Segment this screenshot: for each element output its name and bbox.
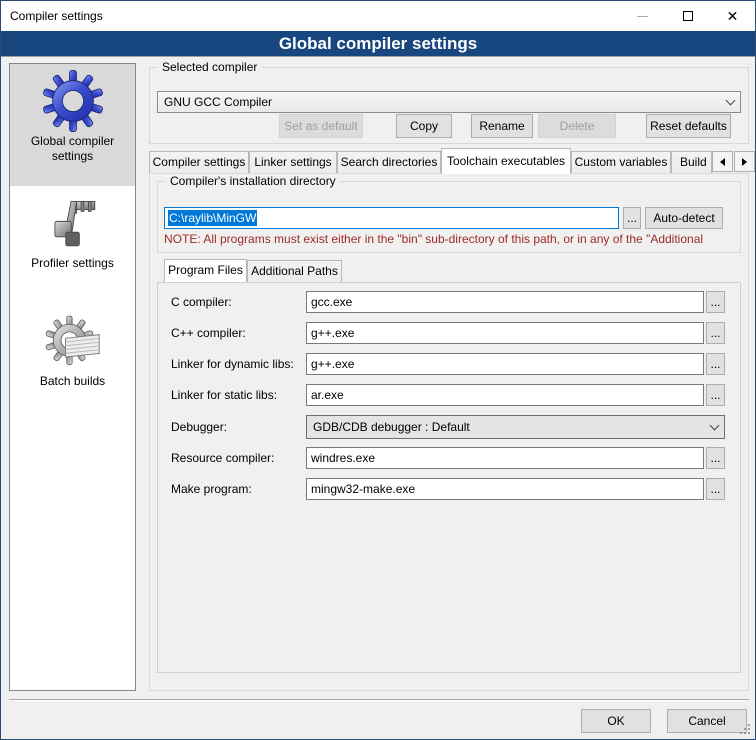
- sidebar-item-global-compiler-settings[interactable]: Global compiler settings: [10, 64, 135, 186]
- tab-build-clipped[interactable]: Build: [671, 151, 712, 174]
- window-title: Compiler settings: [10, 9, 103, 23]
- static-linker-input[interactable]: [306, 384, 704, 406]
- sidebar-item-profiler-settings[interactable]: Profiler settings: [10, 186, 135, 298]
- tab-scroll-right-button[interactable]: [734, 151, 755, 172]
- tab-scroll-left-button[interactable]: [712, 151, 733, 172]
- make-program-input[interactable]: [306, 478, 704, 500]
- close-icon: ✕: [727, 9, 739, 23]
- sidebar-item-batch-builds[interactable]: Batch builds: [10, 298, 135, 416]
- sidebar-item-label: Profiler settings: [10, 254, 135, 277]
- installation-directory-value: C:\raylib\MinGW: [168, 210, 257, 226]
- ok-button[interactable]: OK: [581, 709, 651, 733]
- settings-category-list: Global compiler settings: [9, 63, 136, 691]
- tab-search-directories[interactable]: Search directories: [337, 151, 441, 174]
- note-text: NOTE: All programs must exist either in …: [164, 232, 739, 246]
- left-arrow-icon: [720, 158, 725, 166]
- copy-button[interactable]: Copy: [396, 114, 452, 138]
- make-program-label: Make program:: [171, 478, 252, 500]
- installation-directory-input[interactable]: C:\raylib\MinGW: [164, 207, 619, 229]
- titlebar: Compiler settings ✕: [1, 1, 755, 31]
- cpp-compiler-browse-button[interactable]: ...: [706, 322, 725, 344]
- sidebar-item-label: Batch builds: [10, 372, 135, 395]
- compiler-select-value: GNU GCC Compiler: [164, 95, 727, 109]
- make-program-browse-button[interactable]: ...: [706, 478, 725, 500]
- minimize-button: [620, 1, 665, 31]
- sidebar-item-label: Global compiler settings: [10, 132, 135, 170]
- c-compiler-input[interactable]: [306, 291, 704, 313]
- right-arrow-icon: [742, 158, 747, 166]
- browse-directory-button[interactable]: ...: [623, 207, 641, 229]
- c-compiler-browse-button[interactable]: ...: [706, 291, 725, 313]
- compiler-select[interactable]: GNU GCC Compiler: [157, 91, 741, 113]
- c-compiler-label: C compiler:: [171, 291, 232, 313]
- dynamic-linker-browse-button[interactable]: ...: [706, 353, 725, 375]
- blue-gear-icon: [10, 70, 135, 132]
- cpp-compiler-input[interactable]: [306, 322, 704, 344]
- close-button[interactable]: ✕: [710, 1, 755, 31]
- footer-divider: [9, 699, 749, 701]
- tab-custom-variables[interactable]: Custom variables: [571, 151, 671, 174]
- reset-defaults-button[interactable]: Reset defaults: [646, 114, 731, 138]
- delete-button: Delete: [538, 114, 616, 138]
- selected-compiler-group-label: Selected compiler: [158, 60, 261, 74]
- tab-compiler-settings[interactable]: Compiler settings: [149, 151, 249, 174]
- dynamic-linker-label: Linker for dynamic libs:: [171, 353, 294, 375]
- debugger-select-value: GDB/CDB debugger : Default: [313, 420, 711, 434]
- tab-toolchain-executables[interactable]: Toolchain executables: [441, 148, 571, 174]
- static-linker-label: Linker for static libs:: [171, 384, 277, 406]
- tab-linker-settings[interactable]: Linker settings: [249, 151, 337, 174]
- dynamic-linker-input[interactable]: [306, 353, 704, 375]
- rename-button[interactable]: Rename: [471, 114, 533, 138]
- subtab-additional-paths[interactable]: Additional Paths: [247, 260, 342, 283]
- chevron-down-icon: [726, 95, 736, 105]
- resource-compiler-label: Resource compiler:: [171, 447, 274, 469]
- page-title: Global compiler settings: [1, 31, 755, 57]
- static-linker-browse-button[interactable]: ...: [706, 384, 725, 406]
- debugger-select[interactable]: GDB/CDB debugger : Default: [306, 415, 725, 439]
- resource-compiler-input[interactable]: [306, 447, 704, 469]
- resource-compiler-browse-button[interactable]: ...: [706, 447, 725, 469]
- minimize-icon: [637, 16, 648, 17]
- gray-gear-stack-icon: [10, 312, 135, 372]
- maximize-icon: [683, 11, 693, 21]
- caliper-icon: [10, 196, 135, 254]
- cancel-button[interactable]: Cancel: [667, 709, 747, 733]
- installation-directory-group-label: Compiler's installation directory: [166, 174, 340, 188]
- maximize-button[interactable]: [665, 1, 710, 31]
- chevron-down-icon: [710, 420, 720, 430]
- cpp-compiler-label: C++ compiler:: [171, 322, 246, 344]
- debugger-label: Debugger:: [171, 416, 227, 438]
- compiler-settings-dialog: Compiler settings ✕ Global compiler sett…: [0, 0, 756, 740]
- resize-grip[interactable]: [740, 724, 751, 735]
- subtab-program-files[interactable]: Program Files: [164, 259, 247, 282]
- auto-detect-button[interactable]: Auto-detect: [645, 207, 723, 229]
- set-as-default-button: Set as default: [279, 114, 363, 138]
